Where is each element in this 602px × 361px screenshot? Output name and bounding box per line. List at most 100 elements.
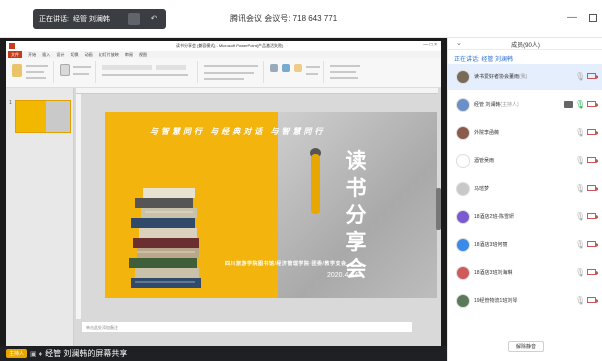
paste-icon <box>12 64 22 77</box>
maximize-button[interactable] <box>589 14 597 22</box>
ppt-window-controls: — □ × <box>423 42 437 48</box>
members-panel: ⌄ 成员(90人) 正在讲话: 经管 刘澜韩 读书爱好者协会董雨(我) 🎙 经管 刘… <box>447 38 602 361</box>
slide-organizer: 四川旅游学院图书馆/经济管理学院·团委/教学支会 <box>225 261 347 267</box>
member-name: 18酒店3班何丽 <box>474 241 507 248</box>
ruler-horizontal <box>76 88 438 94</box>
ribbon-group-editing <box>326 61 376 83</box>
stop-share-icon[interactable] <box>128 13 140 25</box>
member-name-text: 马瑄梦 <box>474 186 490 192</box>
camera-off-icon[interactable] <box>587 129 598 135</box>
member-role: (主持人) <box>500 102 519 108</box>
unmute-all-button[interactable]: 解除静音 <box>508 341 544 352</box>
tab-view: 视图 <box>139 52 147 57</box>
top-bar: 正在讲话: 经管 刘澜韩 ↶ 腾讯会议 会议号: 718 643 771 — <box>0 0 602 38</box>
tab-design: 设计 <box>56 52 65 57</box>
slide-title-char: 分 <box>345 202 367 227</box>
member-row[interactable]: 读书爱好者协会董雨(我) 🎙 <box>448 64 602 90</box>
member-name: 19经管物流1班刘琴 <box>474 297 517 304</box>
meeting-title: 腾讯会议 会议号: 718 643 771 <box>230 14 338 23</box>
speaking-indicator: 正在讲话: 经管 刘澜韩 ↶ <box>33 9 166 29</box>
avatar <box>456 210 470 224</box>
avatar <box>456 182 470 196</box>
share-arrow-icon[interactable]: ↶ <box>148 13 160 25</box>
mic-off-icon[interactable]: 🎙 <box>575 268 585 277</box>
mic-off-icon[interactable]: 🎙 <box>575 212 585 221</box>
host-badge: 主持人 <box>6 349 28 358</box>
member-row[interactable]: 经管 刘澜韩(主持人) 🎙 <box>448 92 602 118</box>
speaking-name: 经管 刘澜韩 <box>72 16 110 23</box>
avatar <box>456 70 470 84</box>
member-name-text: 经管 刘澜韩 <box>474 102 501 108</box>
member-row[interactable]: 18酒店2班-陈雪妍 🎙 <box>448 204 602 230</box>
member-name-text: 19经管物流1班刘琴 <box>474 298 518 304</box>
camera-off-icon[interactable] <box>587 185 598 191</box>
mic-on-icon[interactable]: 🎙 <box>575 100 585 109</box>
tab-file: 文件 <box>8 51 22 58</box>
ruler-vertical <box>76 94 81 319</box>
member-row[interactable]: 19经管物流1班刘琴 🎙 <box>448 288 602 314</box>
member-row[interactable]: 酒管吴雨 🎙 <box>448 148 602 174</box>
tab-insert: 插入 <box>42 52 51 57</box>
member-name: 18酒店2班-陈雪妍 <box>474 213 514 220</box>
notes-field[interactable]: 单击此处添加备注 <box>82 322 412 332</box>
camera-off-icon[interactable] <box>587 297 598 303</box>
slide-thumbnail-pane: 1 <box>6 88 74 350</box>
member-row[interactable]: 18酒店3班刘海琳 🎙 <box>448 260 602 286</box>
mic-off-icon[interactable]: 🎙 <box>575 240 585 249</box>
member-name-text: 读书爱好者协会董雨 <box>474 74 520 80</box>
powerpoint-icon <box>9 43 15 49</box>
tab-transitions: 切换 <box>70 52 79 57</box>
camera-off-icon[interactable] <box>587 101 598 107</box>
member-name: 读书爱好者协会董雨(我) <box>474 73 527 80</box>
presenter-status-icon: ▣ ♦ <box>30 350 43 358</box>
member-name: 酒管吴雨 <box>474 157 494 164</box>
thumb-number: 1 <box>9 100 12 106</box>
mic-off-icon[interactable]: 🎙 <box>575 72 585 81</box>
mic-off-icon[interactable]: 🎙 <box>575 184 585 193</box>
slide-slogan: 与智慧同行 与经典对话 与智慧同行 <box>150 127 326 136</box>
members-panel-header: ⌄ 成员(90人) <box>448 38 602 50</box>
mic-off-icon[interactable]: 🎙 <box>575 156 585 165</box>
member-role: (我) <box>519 74 528 80</box>
mic-off-icon[interactable]: 🎙 <box>575 128 585 137</box>
member-row[interactable]: 外院李函薇 🎙 <box>448 120 602 146</box>
member-name-text: 18酒店3班何丽 <box>474 242 508 248</box>
member-name-text: 外院李函薇 <box>474 130 500 136</box>
ppt-ribbon-tabs: 文件 开始 插入 设计 切换 动画 幻灯片放映 审阅 视图 <box>6 51 441 58</box>
ribbon-group-drawing <box>266 61 324 83</box>
new-slide-icon <box>60 64 70 76</box>
ribbon-group-slides <box>56 61 96 83</box>
arrange-icon <box>282 64 290 72</box>
ppt-scrollbar[interactable] <box>436 188 441 230</box>
member-name-text: 18酒店2班-陈雪妍 <box>474 214 515 220</box>
camera-off-icon[interactable] <box>587 213 598 219</box>
ribbon-group-paragraph <box>200 61 264 83</box>
camera-off-icon[interactable] <box>587 157 598 163</box>
mic-off-icon[interactable]: 🎙 <box>575 296 585 305</box>
tab-home: 开始 <box>28 52 37 57</box>
avatar <box>456 98 470 112</box>
member-name: 18酒店3班刘海琳 <box>474 269 512 276</box>
slide-thumbnail[interactable] <box>15 100 71 133</box>
slide-title-char: 享 <box>345 229 367 254</box>
member-row[interactable]: 18酒店3班何丽 🎙 <box>448 232 602 258</box>
minimize-button[interactable]: — <box>567 12 577 23</box>
slide-date: 2020.4.24 <box>327 272 359 279</box>
tab-animations: 动画 <box>84 52 93 57</box>
slide-canvas: 与智慧同行 与经典对话 与智慧同行 读 书 分 享 会 四川旅游学院图书馆/经济… <box>105 112 437 298</box>
camera-off-icon[interactable] <box>587 269 598 275</box>
speaking-label: 正在讲话: <box>39 16 69 23</box>
avatar <box>456 294 470 308</box>
tab-slideshow: 幻灯片放映 <box>98 52 119 57</box>
member-row[interactable]: 马瑄梦 🎙 <box>448 176 602 202</box>
ppt-window-title: 读书分享会 [兼容模式] - Microsoft PowerPoint(产品激活… <box>176 43 284 48</box>
member-name-text: 18酒店3班刘海琳 <box>474 270 513 276</box>
camera-off-icon[interactable] <box>587 73 598 79</box>
slide-title-char: 书 <box>345 175 367 200</box>
camera-off-icon[interactable] <box>587 241 598 247</box>
screen-share-icon <box>564 101 573 108</box>
meeting-window: 正在讲话: 经管 刘澜韩 ↶ 腾讯会议 会议号: 718 643 771 — 读… <box>0 0 602 361</box>
member-name: 经管 刘澜韩(主持人) <box>474 101 519 108</box>
panel-speaking-status: 正在讲话: 经管 刘澜韩 <box>448 50 602 64</box>
quick-styles-icon <box>294 64 302 72</box>
